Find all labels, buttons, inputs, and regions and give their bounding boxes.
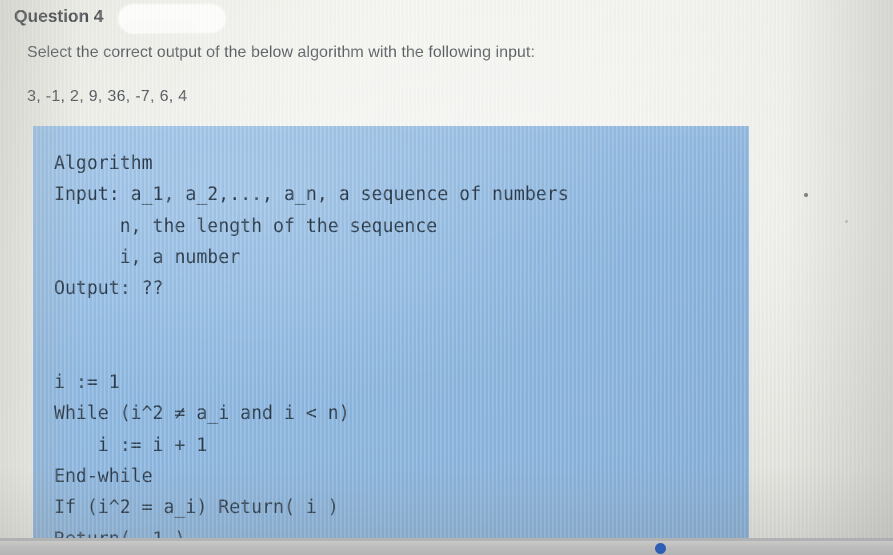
photo-speck-faint [845,220,848,223]
question-heading: Question 4 [14,6,104,26]
bottom-edge-strip [0,541,893,555]
input-sequence-text: 3, -1, 2, 9, 36, -7, 6, 4 [27,88,188,105]
whiteout-redaction-mark-tail [123,20,197,34]
photographed-page: Question 4 Select the correct output of … [0,0,893,555]
question-prompt-text: Select the correct output of the below a… [27,44,535,61]
photo-speck-blue [655,543,666,554]
algorithm-code-block: Algorithm Input: a_1, a_2,..., a_n, a se… [33,126,749,538]
algorithm-pseudocode: Algorithm Input: a_1, a_2,..., a_n, a se… [54,153,569,538]
photo-speck-dark [804,193,808,197]
